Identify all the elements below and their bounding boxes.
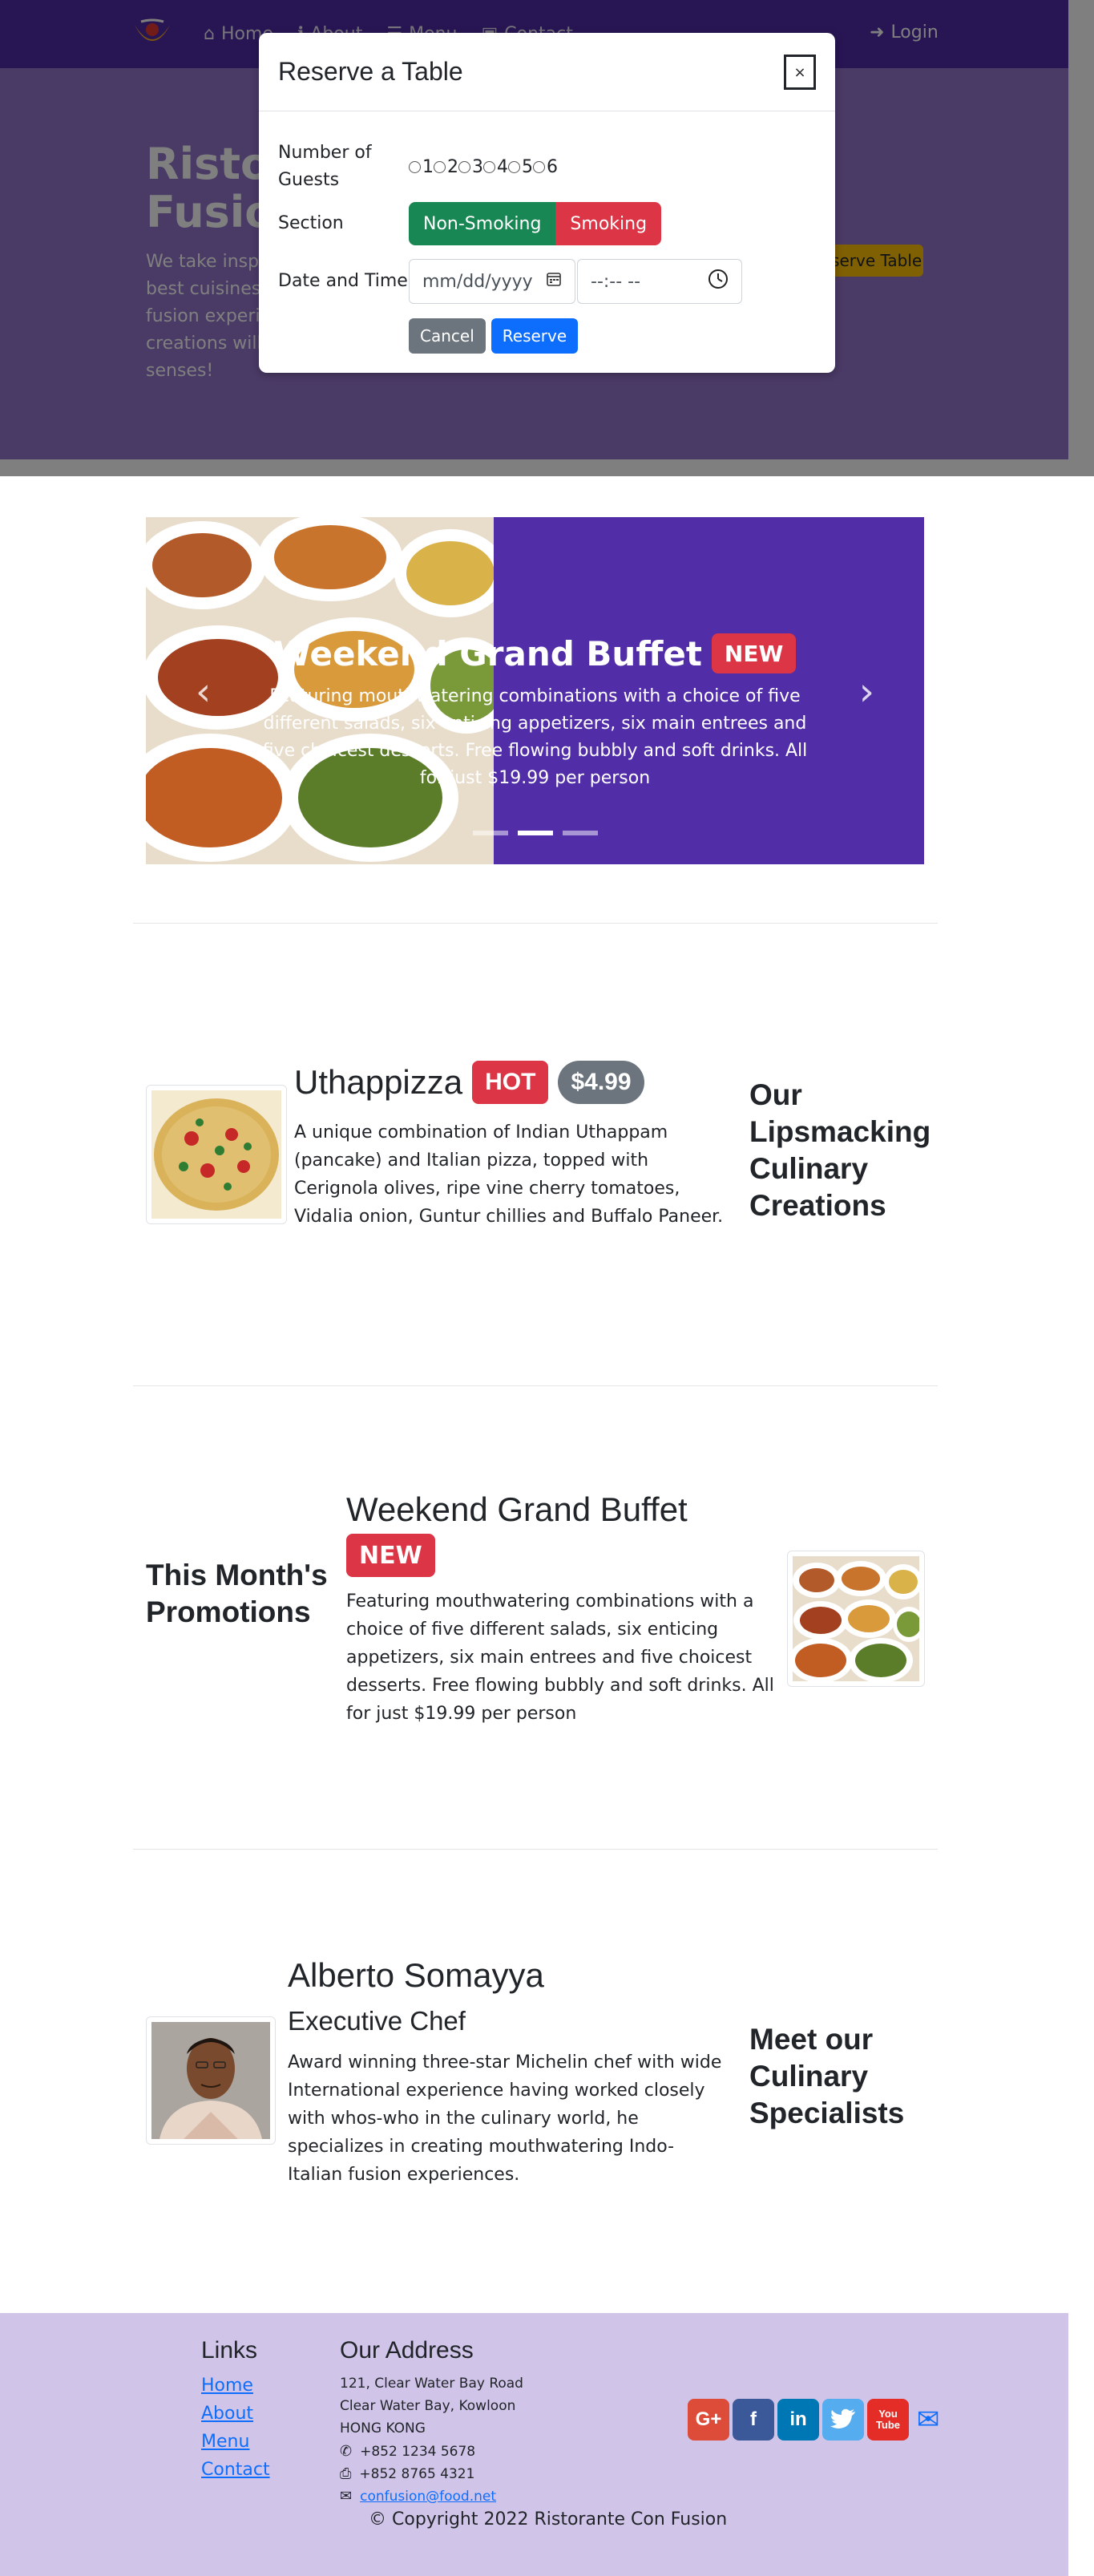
- carousel-caption: Weekend Grand Buffet NEW Featuring mouth…: [262, 633, 808, 792]
- section-label: Section: [278, 213, 344, 233]
- leader-description: Award winning three-star Michelin chef w…: [288, 2052, 722, 2185]
- fax-number: +852 8765 4321: [359, 2465, 475, 2482]
- price-badge: $4.99: [558, 1061, 644, 1104]
- carousel-text: Featuring mouthwatering combinations wit…: [262, 686, 808, 788]
- carousel-title-text: Weekend Grand Buffet: [273, 633, 702, 673]
- social-links: G+ f in You Tube ✉: [688, 2399, 944, 2441]
- carousel-indicator-1[interactable]: [472, 831, 508, 835]
- datetime-row: Date and Time mm/dd/yyyy --:-- --: [278, 259, 742, 304]
- footer: [0, 2313, 1068, 2576]
- reserve-button[interactable]: Reserve: [490, 318, 579, 354]
- email-line: ✉ confusion@food.net: [340, 2488, 496, 2505]
- guest-option-label: 1: [422, 156, 434, 177]
- guest-option-label: 3: [472, 156, 483, 177]
- uthappizza-image: [146, 1085, 287, 1224]
- guest-radio-4[interactable]: [483, 160, 495, 173]
- email-link[interactable]: confusion@food.net: [360, 2489, 496, 2505]
- footer-address-heading: Our Address: [340, 2337, 474, 2364]
- hot-badge: HOT: [472, 1061, 549, 1104]
- guests-radio-group: 1 2 3 4 5 6: [409, 157, 558, 177]
- carousel-next-icon[interactable]: ›: [859, 669, 874, 714]
- carousel-indicator-3[interactable]: [562, 831, 598, 835]
- carousel: Weekend Grand Buffet NEW Featuring mouth…: [146, 517, 924, 864]
- carousel-indicator-2[interactable]: [517, 831, 553, 835]
- guest-option-label: 6: [547, 156, 558, 177]
- carousel-title: Weekend Grand Buffet NEW: [262, 633, 808, 673]
- modal-actions: Cancel Reserve: [409, 318, 579, 354]
- carousel-prev-icon[interactable]: ‹: [196, 669, 211, 714]
- phone-number: +852 1234 5678: [360, 2443, 476, 2460]
- footer-links-heading: Links: [201, 2337, 258, 2364]
- date-placeholder: mm/dd/yyyy: [422, 271, 533, 292]
- footer-link-about[interactable]: About: [201, 2404, 253, 2424]
- guest-radio-3[interactable]: [458, 160, 470, 173]
- dish-description: A unique combination of Indian Uthappam …: [294, 1122, 724, 1227]
- leader-designation: Executive Chef: [288, 2006, 466, 2036]
- footer-link-menu[interactable]: Menu: [201, 2432, 249, 2452]
- carousel-indicators: [146, 831, 924, 835]
- date-input[interactable]: mm/dd/yyyy: [409, 259, 575, 304]
- dish-name: Uthappizza: [294, 1063, 463, 1101]
- chef-photo: [146, 2016, 276, 2145]
- guests-row: Number of Guests 1 2 3 4 5 6: [278, 140, 558, 194]
- google-plus-icon[interactable]: G+: [688, 2399, 729, 2441]
- guest-option-label: 5: [522, 156, 533, 177]
- time-input[interactable]: --:-- --: [577, 259, 742, 304]
- clock-icon[interactable]: [708, 269, 729, 294]
- footer-link-contact[interactable]: Contact: [201, 2460, 270, 2480]
- modal-title: Reserve a Table: [278, 57, 463, 86]
- promotion-side-heading: This Month's Promotions: [146, 1559, 328, 1628]
- copyright: © Copyright 2022 Ristorante Con Fusion: [369, 2509, 728, 2529]
- leader-side-heading: Meet our Culinary Specialists: [749, 2023, 905, 2129]
- dish-side-heading: Our Lipsmacking Culinary Creations: [749, 1078, 931, 1222]
- fax-line: ⎙ +852 8765 4321: [340, 2465, 474, 2482]
- promotion-name: Weekend Grand Buffet: [346, 1490, 688, 1528]
- guest-radio-6[interactable]: [533, 160, 545, 173]
- guest-option-label: 4: [497, 156, 508, 177]
- fax-icon: ⎙: [340, 2465, 352, 2482]
- twitter-icon[interactable]: [822, 2399, 864, 2441]
- youtube-icon[interactable]: You Tube: [867, 2399, 909, 2441]
- footer-link-home[interactable]: Home: [201, 2376, 253, 2396]
- leader-name: Alberto Somayya: [288, 1956, 544, 1994]
- guests-label: Number of Guests: [278, 143, 372, 190]
- divider: [133, 1385, 938, 1386]
- guest-radio-5[interactable]: [508, 160, 520, 173]
- promotion-new-badge: NEW: [346, 1534, 435, 1577]
- address-line: Clear Water Bay, Kowloon: [340, 2398, 516, 2414]
- new-badge: NEW: [711, 633, 797, 673]
- divider: [133, 923, 938, 924]
- linkedin-icon[interactable]: in: [777, 2399, 819, 2441]
- divider: [133, 1849, 938, 1850]
- time-placeholder: --:-- --: [591, 271, 641, 292]
- reserve-modal: Reserve a Table × Number of Guests 1 2 3…: [259, 33, 835, 373]
- non-smoking-button[interactable]: Non-Smoking: [409, 202, 556, 245]
- calendar-icon[interactable]: [546, 271, 562, 292]
- section-toggle: Non-Smoking Smoking: [409, 202, 662, 245]
- guest-radio-2[interactable]: [434, 160, 446, 173]
- leader-heading: Alberto Somayya: [288, 1956, 544, 1995]
- promotion-heading: Weekend Grand Buffet: [346, 1490, 688, 1529]
- guest-radio-1[interactable]: [409, 160, 421, 173]
- modal-header: Reserve a Table ×: [259, 33, 835, 111]
- address-line: 121, Clear Water Bay Road: [340, 2376, 523, 2392]
- close-button[interactable]: ×: [784, 55, 816, 90]
- guest-option-label: 2: [447, 156, 458, 177]
- facebook-icon[interactable]: f: [733, 2399, 774, 2441]
- promotion-description: Featuring mouthwatering combinations wit…: [346, 1591, 774, 1724]
- phone-line: ✆ +852 1234 5678: [340, 2443, 475, 2460]
- dish-heading: Uthappizza HOT $4.99: [294, 1061, 644, 1104]
- address-line: HONG KONG: [340, 2420, 426, 2436]
- cancel-button[interactable]: Cancel: [409, 318, 486, 354]
- envelope-icon: ✉: [340, 2488, 353, 2505]
- mail-icon[interactable]: ✉: [912, 2404, 944, 2436]
- phone-icon: ✆: [340, 2443, 353, 2460]
- buffet-thumbnail: [787, 1551, 925, 1687]
- smoking-button[interactable]: Smoking: [555, 202, 662, 245]
- datetime-label: Date and Time: [278, 271, 408, 291]
- section-row: Section Non-Smoking Smoking: [278, 202, 662, 245]
